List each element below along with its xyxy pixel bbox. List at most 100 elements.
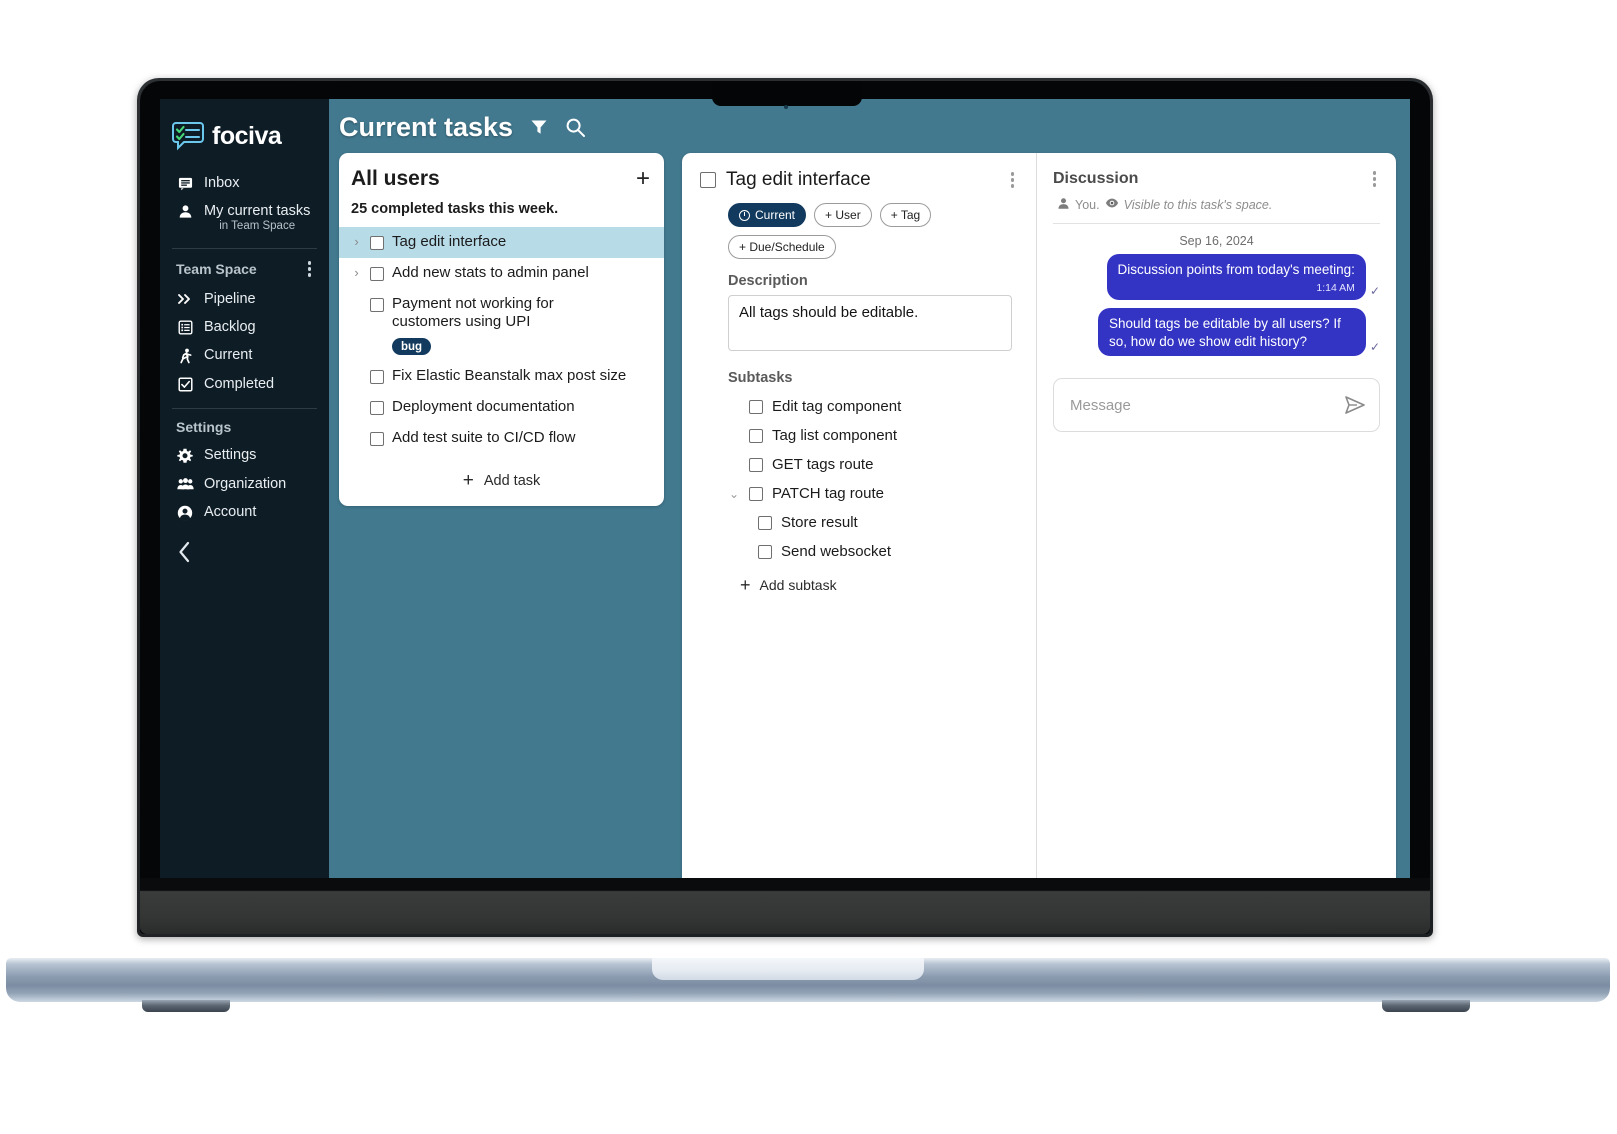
add-subtask-label: Add subtask (759, 577, 837, 593)
sidebar-item-completed[interactable]: Completed (160, 370, 329, 398)
task-label: Fix Elastic Beanstalk max post size (392, 367, 627, 384)
search-icon[interactable] (565, 117, 586, 138)
sidebar-item-backlog[interactable]: Backlog (160, 313, 329, 341)
chevron-down-icon[interactable]: ⌄ (728, 487, 740, 501)
subtask-checkbox[interactable] (758, 544, 772, 559)
brand-logo[interactable]: fociva (160, 99, 329, 169)
chip-add-user[interactable]: + User (814, 203, 872, 227)
subtask-checkbox[interactable] (749, 428, 763, 443)
task-row[interactable]: › Tag edit interface (339, 227, 664, 258)
subtask-checkbox[interactable] (749, 457, 763, 472)
task-checkbox[interactable] (370, 370, 384, 384)
task-label: Add new stats to admin panel (392, 263, 589, 281)
list-box-icon (176, 320, 194, 335)
sidebar-item-account[interactable]: Account (160, 498, 329, 527)
discussion-meta: You. Visible to this task's space. (1053, 189, 1380, 223)
sidebar-item-label: Organization (204, 475, 287, 492)
laptop-base-notch (652, 958, 924, 980)
brand-name: fociva (212, 121, 282, 150)
message-input[interactable] (1070, 396, 1335, 414)
subtask-row[interactable]: Send websocket (700, 537, 1018, 566)
sidebar: fociva Inbox My current tasks in Team Sp… (160, 99, 329, 915)
sidebar-item-label: Pipeline (204, 290, 256, 307)
plus-icon[interactable]: + (636, 167, 650, 191)
subtask-checkbox[interactable] (749, 486, 763, 501)
kebab-menu-icon[interactable] (1007, 170, 1019, 190)
check-icon: ✓ (1369, 283, 1380, 298)
add-task-button[interactable]: + Add task (339, 453, 664, 490)
chevron-left-icon (179, 541, 190, 562)
subtask-row[interactable]: › Tag list component (700, 421, 1018, 450)
detail-pane: Tag edit interface Current + User + Tag … (682, 153, 1036, 915)
discussion-author: You. (1075, 197, 1100, 212)
add-task-label: Add task (483, 472, 541, 489)
sidebar-item-inbox[interactable]: Inbox (160, 169, 329, 197)
detail-checkbox[interactable] (700, 172, 716, 188)
task-label-wrap: Payment not working for customers using … (392, 295, 597, 355)
message-input-box[interactable] (1053, 378, 1380, 433)
sidebar-item-label: Account (204, 503, 257, 520)
sidebar-item-settings[interactable]: Settings (160, 441, 329, 470)
task-row[interactable]: › Payment not working for customers usin… (339, 289, 664, 362)
display-notch (712, 82, 862, 106)
add-subtask-button[interactable]: + Add subtask (700, 566, 1018, 594)
sidebar-item-label: Backlog (204, 318, 256, 335)
send-icon[interactable] (1345, 396, 1365, 415)
description-input[interactable] (728, 295, 1012, 351)
chip-current[interactable]: Current (728, 203, 807, 227)
sidebar-item-label: Settings (204, 446, 257, 463)
sidebar-item-organization[interactable]: Organization (160, 470, 329, 498)
sidebar-item-my-current-tasks[interactable]: My current tasks in Team Space (160, 197, 329, 238)
message-bubble[interactable]: Discussion points from today's meeting: … (1106, 253, 1366, 300)
gear-icon (176, 448, 194, 464)
check-icon: ✓ (1369, 340, 1380, 355)
chat-check-logo-icon (172, 121, 204, 151)
chip-add-due-schedule[interactable]: + Due/Schedule (728, 235, 836, 259)
kebab-menu-icon[interactable] (304, 259, 316, 279)
chevron-right-icon[interactable]: › (351, 264, 362, 282)
kebab-menu-icon[interactable] (1369, 169, 1381, 189)
task-checkbox[interactable] (370, 431, 384, 446)
inbox-icon (176, 176, 194, 191)
sidebar-item-pipeline[interactable]: Pipeline (160, 285, 329, 313)
task-checkbox[interactable] (370, 236, 384, 250)
message-list: Discussion points from today's meeting: … (1053, 253, 1380, 357)
sidebar-item-label: Current (204, 346, 253, 363)
task-row[interactable]: › Add new stats to admin panel (339, 258, 664, 289)
sidebar-item-current[interactable]: Current (160, 341, 329, 370)
laptop-foot-right (1382, 1000, 1470, 1012)
subtask-row[interactable]: › Edit tag component (700, 392, 1018, 421)
chevron-right-icon[interactable]: › (351, 233, 362, 251)
subtasks-label: Subtasks (728, 370, 793, 386)
task-row[interactable]: › Fix Elastic Beanstalk max post size (339, 361, 664, 392)
subtask-label: Tag list component (772, 427, 898, 444)
sidebar-collapse-button[interactable] (160, 527, 329, 567)
message-bubble[interactable]: Should tags be editable by all users? If… (1097, 307, 1366, 357)
sidebar-item-sublabel: in Team Space (219, 220, 296, 232)
subtask-row[interactable]: Store result (700, 508, 1018, 537)
subtask-row[interactable]: › GET tags route (700, 450, 1018, 479)
task-row[interactable]: › Deployment documentation (339, 392, 664, 423)
message-item: Discussion points from today's meeting: … (1053, 253, 1380, 300)
subtask-row[interactable]: ⌄ PATCH tag route (700, 479, 1018, 508)
message-time: 1:14 AM (1316, 281, 1355, 294)
task-checkbox[interactable] (370, 266, 384, 281)
task-checkbox[interactable] (370, 400, 384, 415)
sidebar-section-team-space: Team Space (160, 249, 329, 285)
filter-icon[interactable] (529, 117, 549, 137)
people-group-icon (176, 477, 194, 491)
screen: fociva Inbox My current tasks in Team Sp… (160, 99, 1410, 915)
plus-icon: + (740, 575, 751, 595)
columns: All users + 25 completed tasks this week… (329, 153, 1410, 915)
subtask-checkbox[interactable] (758, 515, 772, 530)
task-checkbox[interactable] (370, 297, 384, 312)
section-title: Settings (176, 418, 232, 435)
sidebar-item-label: Completed (204, 375, 275, 392)
sidebar-item-label: Inbox (204, 175, 240, 191)
subtask-checkbox[interactable] (749, 399, 763, 414)
checkbox-checked-icon (176, 376, 194, 392)
task-row[interactable]: › Add test suite to CI/CD flow (339, 423, 664, 454)
chip-add-tag[interactable]: + Tag (879, 203, 932, 227)
task-list-summary: 25 completed tasks this week. (351, 201, 559, 217)
eye-icon (1105, 197, 1119, 212)
